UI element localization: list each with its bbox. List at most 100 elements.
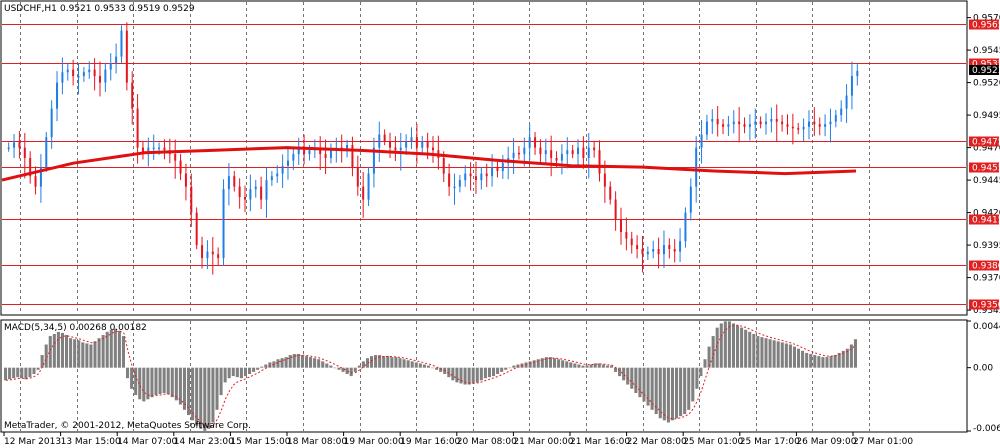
macd-bar xyxy=(849,344,853,368)
candle-body xyxy=(448,173,451,187)
macd-bar xyxy=(792,346,796,368)
candle-body xyxy=(732,121,735,125)
candle-body xyxy=(458,180,461,187)
macd-bar xyxy=(353,367,357,372)
candle-body xyxy=(657,249,660,255)
macd-tick-label: -0.00601 xyxy=(973,424,1000,434)
candle-body xyxy=(227,176,230,190)
macd-bar xyxy=(170,367,174,398)
time-tick-label: 15 Mar 15:00 xyxy=(230,437,290,447)
candle-body xyxy=(603,173,606,187)
candle-body xyxy=(98,76,101,83)
candle-body xyxy=(619,219,622,233)
candle-body xyxy=(813,121,816,125)
macd-bar xyxy=(150,367,154,398)
macd-bar xyxy=(614,367,618,372)
macd-bar xyxy=(89,344,93,368)
candle-body xyxy=(711,119,714,122)
macd-bar xyxy=(121,336,125,368)
candle-body xyxy=(598,150,601,174)
macd-bar xyxy=(422,364,426,368)
candle-body xyxy=(759,121,762,125)
time-tick-label: 19 Mar 16:00 xyxy=(400,437,460,447)
candle-body xyxy=(389,141,392,148)
candle-body xyxy=(716,119,719,125)
candle-body xyxy=(93,69,96,77)
candle-body xyxy=(641,249,644,255)
macd-bar xyxy=(252,367,256,372)
candle-body xyxy=(625,232,628,239)
candle-body xyxy=(652,249,655,252)
level-tag-label: 0.9565 xyxy=(972,21,1000,31)
macd-bar xyxy=(191,367,195,421)
candle-body xyxy=(528,137,531,148)
macd-bar xyxy=(56,331,60,368)
macd-bar xyxy=(780,342,784,368)
macd-bar xyxy=(199,367,203,429)
macd-bar xyxy=(565,361,569,368)
macd-bar xyxy=(296,353,300,368)
macd-bar xyxy=(414,362,418,368)
candle-body xyxy=(453,186,456,189)
time-tick-label: 25 Mar 17:00 xyxy=(740,437,800,447)
macd-bar xyxy=(809,353,813,368)
macd-bar xyxy=(573,363,577,368)
macd-bar xyxy=(553,358,557,368)
macd-bar xyxy=(666,367,670,423)
macd-bar xyxy=(776,341,780,368)
candle-body xyxy=(485,173,488,177)
candle-body xyxy=(184,173,187,187)
current-price-label: 0.9523 xyxy=(972,66,1000,76)
macd-bar xyxy=(166,367,170,395)
candle-body xyxy=(61,72,64,83)
macd-bar xyxy=(626,367,630,385)
candle-body xyxy=(754,121,757,125)
macd-bar xyxy=(475,367,479,383)
macd-bar xyxy=(451,367,455,381)
macd-bar xyxy=(768,339,772,368)
macd-bar xyxy=(687,367,691,410)
macd-bar xyxy=(699,367,703,377)
macd-bar xyxy=(300,355,304,368)
macd-bar xyxy=(711,336,715,368)
macd-bar xyxy=(703,359,707,368)
macd-bar xyxy=(740,327,744,368)
candle-body xyxy=(614,199,617,220)
macd-bar xyxy=(679,367,683,417)
candle-body xyxy=(281,165,284,174)
level-tag-label: 0.9475 xyxy=(972,138,1000,148)
candle-body xyxy=(856,70,859,77)
macd-bar xyxy=(235,367,239,378)
macd-bar xyxy=(81,342,85,368)
candle-body xyxy=(705,121,708,135)
macd-bar xyxy=(727,321,731,368)
macd-bar xyxy=(32,367,36,374)
chart-background xyxy=(0,0,1000,448)
candle-body xyxy=(351,145,354,168)
macd-bar xyxy=(264,364,268,368)
macd-bar xyxy=(821,357,825,368)
macd-bar xyxy=(211,367,215,423)
candle-body xyxy=(201,245,204,259)
macd-bar xyxy=(764,338,768,368)
candle-body xyxy=(689,186,692,213)
candle-body xyxy=(469,173,472,177)
macd-bar xyxy=(512,365,516,368)
candle-body xyxy=(695,147,698,187)
macd-bar xyxy=(622,367,626,381)
price-tick-label: 0.9495 xyxy=(973,111,1000,121)
macd-bar xyxy=(585,365,589,368)
candle-body xyxy=(727,124,730,127)
price-tick-label: 0.9545 xyxy=(973,46,1000,56)
candle-body xyxy=(66,69,69,73)
candle-body xyxy=(786,124,789,127)
macd-bar xyxy=(658,367,662,419)
candle-body xyxy=(609,186,612,200)
candle-body xyxy=(775,119,778,122)
level-price-tags: 0.95650.95350.94750.94550.94150.93800.93… xyxy=(969,19,1000,311)
macd-bar xyxy=(605,365,609,368)
candle-body xyxy=(405,141,408,148)
macd-bar xyxy=(528,361,532,368)
macd-bar xyxy=(113,328,117,368)
macd-bar xyxy=(182,367,186,410)
